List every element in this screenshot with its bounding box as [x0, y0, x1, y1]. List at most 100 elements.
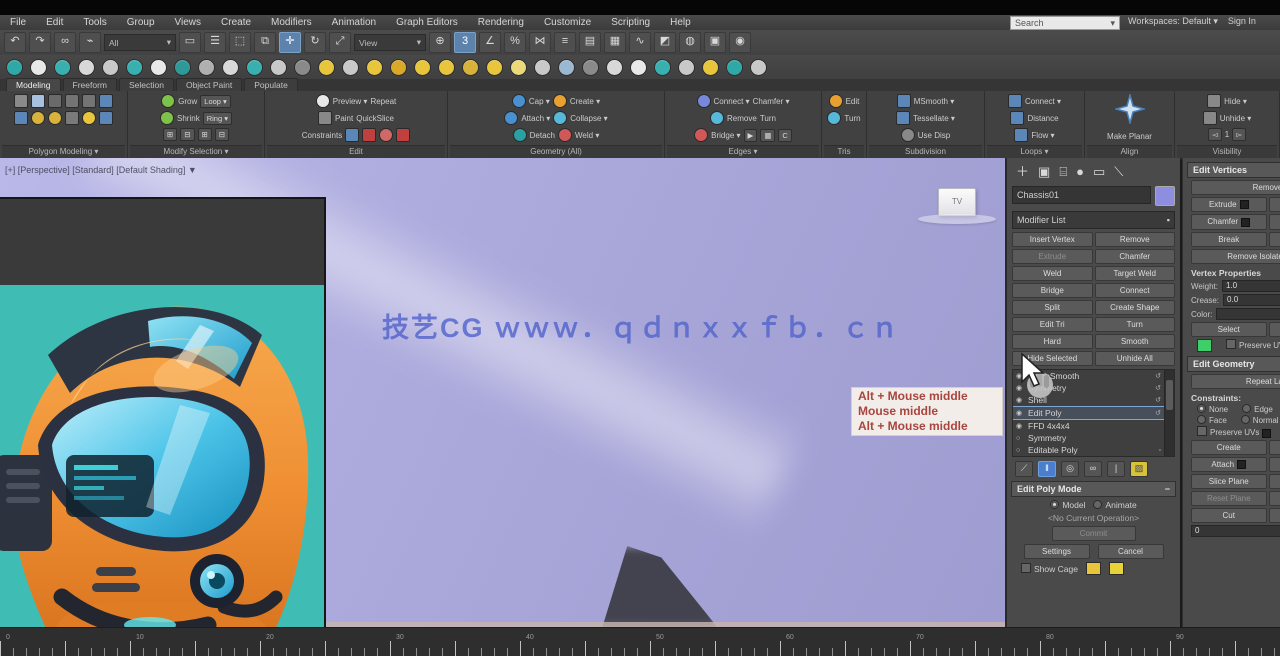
- ribbon-group-label[interactable]: Edit: [267, 145, 445, 158]
- ribbon-button-label[interactable]: QuickSlice: [356, 114, 394, 123]
- ribbon-button-icon[interactable]: [82, 94, 96, 108]
- layer-manager-icon[interactable]: ▦: [604, 32, 626, 53]
- ribbon-mini-button[interactable]: ◅: [1208, 128, 1222, 141]
- region-select-icon[interactable]: ⬚: [229, 32, 251, 53]
- toolbar2-icon-13[interactable]: [318, 59, 335, 76]
- modifier-row-icon[interactable]: ↺: [1155, 409, 1161, 417]
- ribbon-button-label[interactable]: Weld ▾: [575, 131, 599, 140]
- ribbon-mini-button[interactable]: ⊟: [180, 128, 194, 141]
- toolbar2-icon-17[interactable]: [414, 59, 431, 76]
- ribbon-mini-button[interactable]: ▻: [1232, 128, 1246, 141]
- cage-color-swatch-1[interactable]: [1086, 562, 1101, 575]
- ribbon-button-icon[interactable]: [65, 111, 79, 125]
- ribbon-button-label[interactable]: Repeat: [370, 97, 396, 106]
- ribbon-mini-button[interactable]: ▶: [744, 129, 758, 142]
- edit-button-split[interactable]: Split: [1012, 300, 1093, 315]
- edit-button-hard[interactable]: Hard: [1012, 334, 1093, 349]
- visibility-eye-icon[interactable]: ◉: [1016, 396, 1024, 404]
- ribbon-button-icon[interactable]: [318, 111, 332, 125]
- configure-modifier-sets-icon[interactable]: ▨: [1130, 461, 1148, 477]
- ribbon-group-label[interactable]: Geometry (All): [450, 145, 662, 158]
- ribbon-button-label[interactable]: Make Planar: [1107, 132, 1152, 141]
- timeline-trackbar[interactable]: 0102030405060708090: [0, 627, 1280, 656]
- button-connect[interactable]: Connect: [1269, 232, 1280, 247]
- select-move-icon[interactable]: ✛: [279, 32, 301, 53]
- signin-label[interactable]: Sign In: [1228, 16, 1256, 27]
- radio-face[interactable]: Face: [1197, 415, 1227, 425]
- utilities-tab-icon[interactable]: ⟍: [1114, 165, 1123, 178]
- ribbon-button-icon[interactable]: [65, 94, 79, 108]
- create-tab-icon[interactable]: ＋: [1016, 165, 1029, 178]
- motion-tab-icon[interactable]: ●: [1076, 165, 1084, 178]
- button-slice-plane[interactable]: Slice Plane: [1191, 474, 1267, 489]
- ribbon-button-label[interactable]: Cap ▾: [529, 97, 550, 106]
- ribbon-button-label[interactable]: Paint: [335, 114, 353, 123]
- ribbon-button-icon[interactable]: [396, 128, 410, 142]
- ribbon-button-icon[interactable]: [896, 111, 910, 125]
- display-tab-icon[interactable]: ▭: [1093, 165, 1105, 178]
- mirror-icon[interactable]: ⋈: [529, 32, 551, 53]
- reference-image-window[interactable]: [0, 197, 326, 656]
- ribbon-group-label[interactable]: Tris: [824, 145, 864, 158]
- visibility-eye-icon[interactable]: ○: [1016, 447, 1024, 454]
- toolbar2-icon-23[interactable]: [558, 59, 575, 76]
- ribbon-button-label[interactable]: Unhide ▾: [1220, 114, 1252, 123]
- ribbon-button-label[interactable]: 1: [1225, 130, 1229, 139]
- edit-button-smooth[interactable]: Smooth: [1095, 334, 1176, 349]
- menu-item-group[interactable]: Group: [117, 17, 165, 28]
- menu-item-scripting[interactable]: Scripting: [601, 17, 660, 28]
- ribbon-button-icon[interactable]: [1014, 128, 1028, 142]
- ribbon-button-icon[interactable]: [48, 111, 62, 125]
- curve-editor-icon[interactable]: ∿: [629, 32, 651, 53]
- cancel-button[interactable]: Cancel: [1098, 544, 1164, 559]
- button-weld[interactable]: Weld: [1269, 197, 1280, 212]
- ribbon-button-label[interactable]: Distance: [1027, 114, 1058, 123]
- menu-item-views[interactable]: Views: [165, 17, 212, 28]
- menu-item-create[interactable]: Create: [211, 17, 261, 28]
- settings-box-icon[interactable]: [1237, 460, 1246, 469]
- toolbar2-icon-15[interactable]: [366, 59, 383, 76]
- toolbar2-icon-5[interactable]: [126, 59, 143, 76]
- ribbon-button-icon[interactable]: [379, 128, 393, 142]
- modifier-stack-row[interactable]: ○Editable Poly▫: [1013, 444, 1164, 456]
- render-setup-icon[interactable]: ▣: [704, 32, 726, 53]
- ribbon-button-icon[interactable]: [504, 111, 518, 125]
- search-input[interactable]: Search ▾: [1010, 16, 1120, 30]
- ribbon-button-icon[interactable]: [31, 94, 45, 108]
- ribbon-button-label[interactable]: Chamfer ▾: [753, 97, 790, 106]
- ribbon-button-icon[interactable]: [697, 94, 711, 108]
- visibility-eye-icon[interactable]: ◉: [1016, 372, 1024, 380]
- toolbar2-icon-6[interactable]: [150, 59, 167, 76]
- ribbon-mini-button[interactable]: ▦: [760, 129, 775, 142]
- toolbar2-icon-11[interactable]: [270, 59, 287, 76]
- settings-box-icon[interactable]: [1241, 218, 1250, 227]
- ribbon-button-label[interactable]: Detach: [530, 131, 555, 140]
- ribbon-button-icon[interactable]: [897, 94, 911, 108]
- button-collapse[interactable]: Collapse: [1269, 440, 1280, 455]
- toolbar2-icon-14[interactable]: [342, 59, 359, 76]
- modifier-stack-row[interactable]: ◉Edit Poly↺: [1013, 406, 1164, 420]
- menu-item-tools[interactable]: Tools: [73, 17, 116, 28]
- settings-button[interactable]: Settings: [1024, 544, 1090, 559]
- ribbon-button-icon[interactable]: [710, 111, 724, 125]
- ribbon-group-label[interactable]: Loops ▾: [987, 145, 1082, 158]
- ribbon-button-label[interactable]: Attach ▾: [521, 114, 550, 123]
- toolbar2-icon-8[interactable]: [198, 59, 215, 76]
- modifier-stack-row[interactable]: ○Symmetry: [1013, 432, 1164, 444]
- modifier-row-icon[interactable]: ▫: [1159, 447, 1161, 454]
- edit-button-target-weld[interactable]: Target Weld: [1095, 266, 1176, 281]
- select-by-name-icon[interactable]: ☰: [204, 32, 226, 53]
- toolbar2-icon-30[interactable]: [726, 59, 743, 76]
- snap-toggle-icon[interactable]: 3: [454, 32, 476, 53]
- modifier-row-icon[interactable]: ↺: [1155, 384, 1161, 392]
- rotate-icon[interactable]: ↻: [304, 32, 326, 53]
- toolbar2-icon-28[interactable]: [678, 59, 695, 76]
- workspace-selector[interactable]: Workspaces: Default ▾ Sign In: [1128, 16, 1256, 27]
- rollout-header-edit-poly-mode[interactable]: Edit Poly Mode−: [1011, 481, 1176, 497]
- ribbon-button-icon[interactable]: [82, 111, 96, 125]
- schematic-view-icon[interactable]: ◩: [654, 32, 676, 53]
- ribbon-button-icon[interactable]: [345, 128, 359, 142]
- toolbar2-icon-27[interactable]: [654, 59, 671, 76]
- ribbon-button-icon[interactable]: [694, 128, 708, 142]
- percent-snap-icon[interactable]: %: [504, 32, 526, 53]
